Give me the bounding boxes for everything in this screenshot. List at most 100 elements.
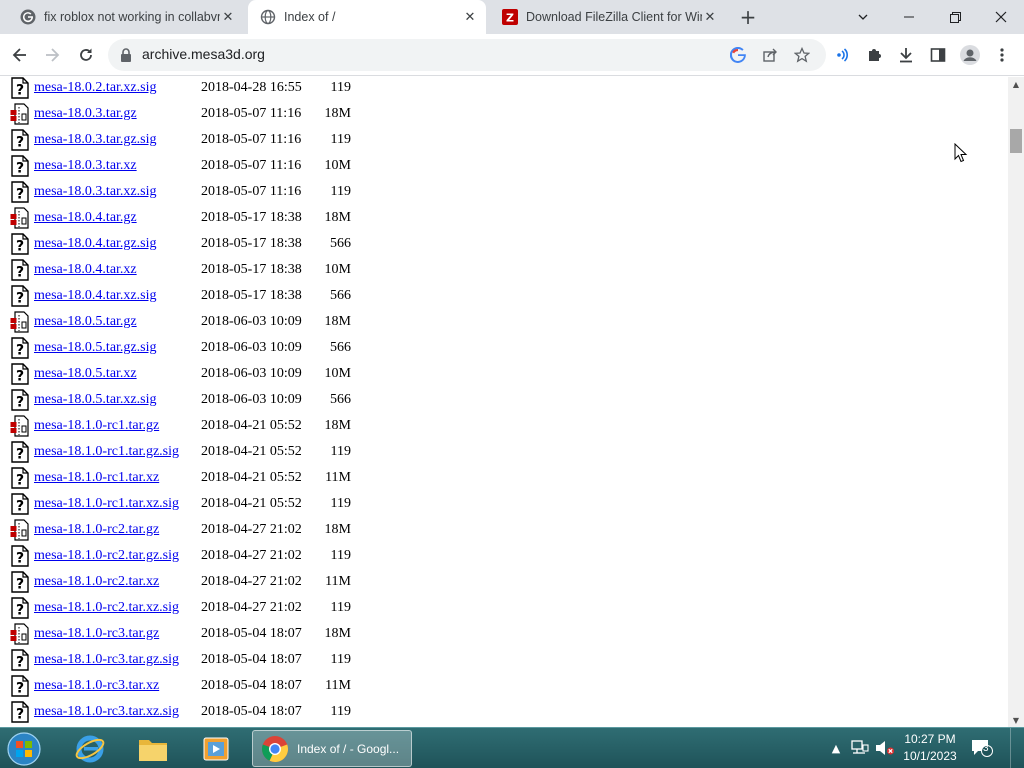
mouse-cursor-icon bbox=[954, 143, 968, 163]
file-link[interactable]: mesa-18.1.0-rc1.tar.gz.sig bbox=[34, 444, 179, 459]
file-link[interactable]: mesa-18.0.5.tar.gz.sig bbox=[34, 340, 156, 355]
file-link[interactable]: mesa-18.0.4.tar.xz bbox=[34, 262, 137, 277]
vertical-scrollbar[interactable]: ▲ ▼ bbox=[1008, 77, 1024, 727]
start-button[interactable] bbox=[4, 730, 44, 768]
file-date: 2018-05-17 18:38 bbox=[201, 210, 302, 225]
compressed-file-icon bbox=[10, 205, 34, 231]
menu-kebab-icon[interactable] bbox=[988, 41, 1016, 69]
file-date: 2018-04-27 21:02 bbox=[201, 548, 302, 563]
file-link[interactable]: mesa-18.0.3.tar.xz.sig bbox=[34, 184, 156, 199]
chrome-taskbar-button[interactable]: Index of / - Googl... bbox=[252, 730, 412, 767]
file-date: 2018-06-03 10:09 bbox=[201, 340, 302, 355]
tab-filezilla[interactable]: Z Download FileZilla Client for Windows … bbox=[490, 0, 726, 34]
network-icon[interactable] bbox=[850, 738, 870, 758]
compressed-file-icon bbox=[10, 621, 34, 647]
clock-time: 10:27 PM bbox=[904, 732, 956, 746]
scrollbar-thumb[interactable] bbox=[1010, 129, 1022, 153]
show-desktop-button[interactable] bbox=[1010, 728, 1024, 768]
file-name-cell: mesa-18.0.4.tar.xz.sig bbox=[34, 283, 200, 309]
scroll-up-arrow-icon[interactable]: ▲ bbox=[1008, 77, 1024, 91]
minimize-button[interactable] bbox=[886, 0, 932, 34]
tab-search-icon[interactable] bbox=[840, 0, 886, 34]
download-icon[interactable] bbox=[892, 41, 920, 69]
file-link[interactable]: mesa-18.0.3.tar.gz bbox=[34, 106, 137, 121]
file-date: 2018-05-07 11:16 bbox=[201, 158, 302, 173]
close-icon[interactable]: ✕ bbox=[220, 9, 236, 25]
bookmark-star-icon[interactable] bbox=[792, 45, 812, 65]
internet-explorer-icon[interactable] bbox=[64, 731, 116, 767]
file-link[interactable]: mesa-18.0.5.tar.xz.sig bbox=[34, 392, 156, 407]
chrome-taskbar-label: Index of / - Googl... bbox=[297, 741, 400, 756]
file-link[interactable]: mesa-18.1.0-rc2.tar.xz bbox=[34, 574, 159, 589]
close-icon[interactable]: ✕ bbox=[702, 9, 718, 25]
file-link[interactable]: mesa-18.1.0-rc1.tar.gz bbox=[34, 418, 159, 433]
tab-strip: fix roblox not working in collabvm ✕ Ind… bbox=[0, 0, 1024, 34]
svg-text:?: ? bbox=[16, 83, 24, 99]
file-link[interactable]: mesa-18.1.0-rc3.tar.xz.sig bbox=[34, 704, 179, 719]
new-tab-button[interactable]: + bbox=[736, 5, 760, 29]
svg-text:Z: Z bbox=[506, 12, 514, 25]
unknown-file-icon: ? bbox=[10, 361, 34, 387]
file-link[interactable]: mesa-18.1.0-rc3.tar.gz bbox=[34, 626, 159, 641]
file-size: 10M bbox=[324, 262, 351, 277]
table-row: ? mesa-18.0.4.tar.xz 2018-05-17 18:38 10M bbox=[10, 257, 361, 283]
file-link[interactable]: mesa-18.1.0-rc2.tar.xz.sig bbox=[34, 600, 179, 615]
file-name-cell: mesa-18.1.0-rc1.tar.xz.sig bbox=[34, 491, 200, 517]
file-link[interactable]: mesa-18.1.0-rc1.tar.xz.sig bbox=[34, 496, 179, 511]
table-row: ? mesa-18.0.3.tar.xz 2018-05-07 11:16 10M bbox=[10, 153, 361, 179]
tab-roblox[interactable]: fix roblox not working in collabvm ✕ bbox=[8, 0, 244, 34]
file-link[interactable]: mesa-18.0.3.tar.xz bbox=[34, 158, 137, 173]
file-link[interactable]: mesa-18.1.0-rc2.tar.gz.sig bbox=[34, 548, 179, 563]
restore-button[interactable] bbox=[932, 0, 978, 34]
reload-button[interactable] bbox=[72, 41, 100, 69]
file-name-cell: mesa-18.1.0-rc1.tar.gz bbox=[34, 413, 200, 439]
profile-avatar-icon[interactable] bbox=[956, 41, 984, 69]
file-link[interactable]: mesa-18.0.2.tar.xz.sig bbox=[34, 80, 156, 95]
close-window-button[interactable] bbox=[978, 0, 1024, 34]
action-center-icon[interactable]: 3 bbox=[970, 737, 994, 759]
table-row: ? mesa-18.0.2.tar.xz.sig 2018-04-28 16:55 1… bbox=[10, 77, 361, 101]
google-lens-icon[interactable] bbox=[728, 45, 748, 65]
forward-button[interactable] bbox=[38, 41, 66, 69]
svg-text:?: ? bbox=[16, 473, 24, 489]
file-link[interactable]: mesa-18.0.3.tar.gz.sig bbox=[34, 132, 156, 147]
file-name-cell: mesa-18.1.0-rc1.tar.xz bbox=[34, 465, 200, 491]
puzzle-icon[interactable] bbox=[860, 41, 888, 69]
tab-index-of[interactable]: Index of / ✕ bbox=[248, 0, 486, 34]
file-name-cell: mesa-18.1.0-rc3.tar.gz.sig bbox=[34, 647, 200, 673]
file-link[interactable]: mesa-18.1.0-rc3.tar.xz bbox=[34, 678, 159, 693]
scroll-down-arrow-icon[interactable]: ▼ bbox=[1008, 713, 1024, 727]
file-date: 2018-04-27 21:02 bbox=[201, 522, 302, 537]
file-link[interactable]: mesa-18.1.0-rc1.tar.xz bbox=[34, 470, 159, 485]
file-link[interactable]: mesa-18.1.0-rc3.tar.gz.sig bbox=[34, 652, 179, 667]
close-icon[interactable]: ✕ bbox=[462, 9, 478, 25]
lock-icon[interactable] bbox=[118, 47, 134, 63]
file-name-cell: mesa-18.0.3.tar.gz bbox=[34, 101, 200, 127]
svg-text:?: ? bbox=[16, 447, 24, 463]
share-icon[interactable] bbox=[760, 45, 780, 65]
file-size: 18M bbox=[324, 626, 351, 641]
file-name-cell: mesa-18.1.0-rc2.tar.xz bbox=[34, 569, 200, 595]
file-link[interactable]: mesa-18.0.4.tar.gz bbox=[34, 210, 137, 225]
show-hidden-icons-arrow-icon[interactable]: ▲ bbox=[828, 738, 844, 758]
system-clock[interactable]: 10:27 PM 10/1/2023 bbox=[898, 731, 962, 765]
file-size: 18M bbox=[324, 210, 351, 225]
file-size: 566 bbox=[330, 288, 351, 303]
file-date: 2018-04-21 05:52 bbox=[201, 470, 302, 485]
file-explorer-icon[interactable] bbox=[127, 731, 179, 767]
extension-icon[interactable] bbox=[828, 41, 856, 69]
address-bar[interactable]: archive.mesa3d.org bbox=[108, 39, 826, 71]
file-link[interactable]: mesa-18.0.5.tar.xz bbox=[34, 366, 137, 381]
side-panel-icon[interactable] bbox=[924, 41, 952, 69]
file-size: 119 bbox=[330, 444, 351, 459]
media-player-icon[interactable] bbox=[190, 731, 242, 767]
file-link[interactable]: mesa-18.0.4.tar.xz.sig bbox=[34, 288, 156, 303]
tab-title: Download FileZilla Client for Windows bbox=[526, 10, 702, 24]
file-link[interactable]: mesa-18.0.4.tar.gz.sig bbox=[34, 236, 156, 251]
file-link[interactable]: mesa-18.0.5.tar.gz bbox=[34, 314, 137, 329]
unknown-file-icon: ? bbox=[10, 257, 34, 283]
file-link[interactable]: mesa-18.1.0-rc2.tar.gz bbox=[34, 522, 159, 537]
url-text[interactable]: archive.mesa3d.org bbox=[142, 46, 265, 62]
back-button[interactable] bbox=[6, 41, 34, 69]
volume-muted-icon[interactable] bbox=[874, 738, 896, 758]
